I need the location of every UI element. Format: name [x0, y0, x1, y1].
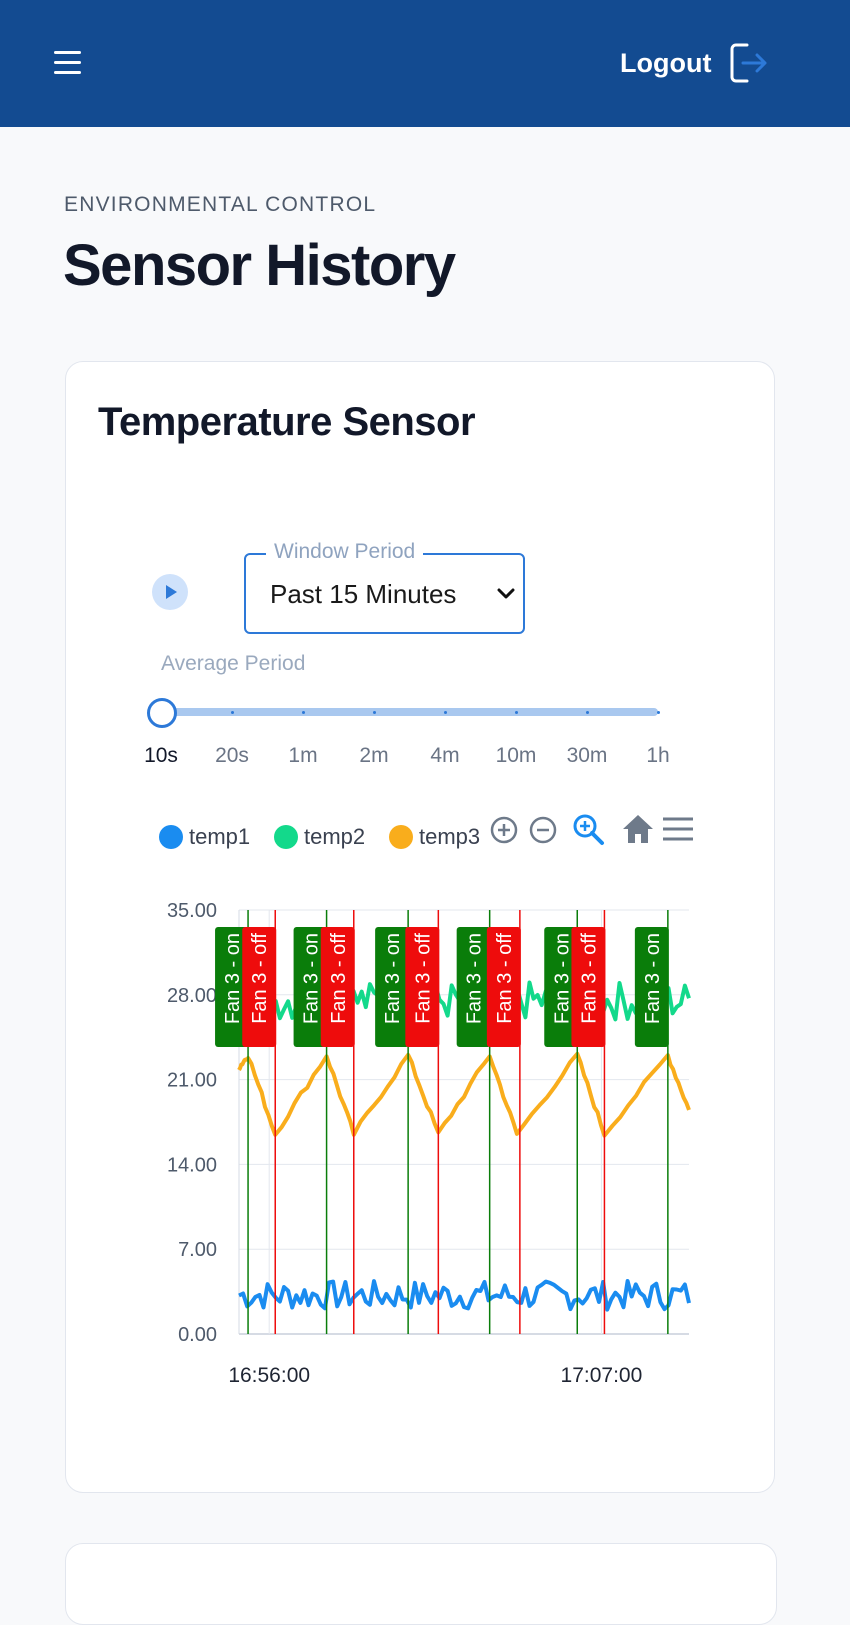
- temp2-dot: [274, 825, 298, 849]
- slider-tick-label[interactable]: 4m: [430, 744, 459, 768]
- home-icon[interactable]: [621, 813, 655, 845]
- annotation-label: Fan 3 - on: [382, 933, 404, 1024]
- slider-tick-label[interactable]: 30m: [567, 744, 608, 768]
- legend-temp3[interactable]: temp3: [389, 824, 480, 850]
- annotation-label: Fan 3 - on: [222, 933, 244, 1024]
- logout-button[interactable]: Logout: [620, 38, 769, 88]
- page-title: Sensor History: [63, 233, 456, 298]
- slider-step-dot: [302, 711, 305, 714]
- y-tick-label: 14.00: [167, 1154, 217, 1176]
- slider-step-dot: [515, 711, 518, 714]
- average-period-slider[interactable]: [161, 708, 658, 716]
- play-button[interactable]: [152, 574, 188, 610]
- legend-temp1[interactable]: temp1: [159, 824, 250, 850]
- annotation-label: Fan 3 - on: [464, 933, 486, 1024]
- slider-step-dot: [444, 711, 447, 714]
- annotation-label: Fan 3 - off: [578, 933, 600, 1024]
- slider-tick-label[interactable]: 20s: [215, 744, 249, 768]
- legend-temp2[interactable]: temp2: [274, 824, 365, 850]
- y-tick-label: 0.00: [178, 1324, 217, 1346]
- slider-step-dot: [657, 711, 660, 714]
- temperature-sensor-card: Temperature Sensor Window Period Past 15…: [65, 361, 775, 1493]
- x-tick-label: 16:56:00: [228, 1364, 310, 1387]
- slider-tick-label[interactable]: 10s: [144, 744, 178, 768]
- hamburger-menu-icon[interactable]: [50, 46, 84, 80]
- legend-label: temp2: [304, 824, 366, 849]
- series-line-temp1: [238, 1279, 691, 1312]
- annotation-label: Fan 3 - on: [642, 933, 664, 1024]
- window-period-value: Past 15 Minutes: [270, 579, 457, 609]
- annotation-label: Fan 3 - off: [249, 933, 271, 1024]
- zoom-select-icon[interactable]: [572, 813, 606, 847]
- zoom-out-icon[interactable]: [528, 815, 558, 845]
- temperature-chart: 0.00 7.00 14.00 21.00 28.00 35.00 16:56:00 17:0…: [167, 900, 691, 1387]
- slider-tick-label[interactable]: 2m: [359, 744, 388, 768]
- logout-label: Logout: [620, 47, 712, 78]
- menu-icon[interactable]: [662, 816, 694, 842]
- next-card: [65, 1543, 777, 1625]
- logout-icon: [730, 43, 767, 83]
- slider-tick-label[interactable]: 1m: [288, 744, 317, 768]
- average-period-label: Average Period: [161, 652, 306, 675]
- chevron-down-icon: [497, 588, 515, 599]
- annotation-label: Fan 3 - off: [328, 933, 350, 1024]
- top-bar: Logout: [0, 0, 850, 127]
- zoom-in-icon[interactable]: [489, 815, 519, 845]
- annotation-label: Fan 3 - off: [412, 933, 434, 1024]
- annotation-label: Fan 3 - off: [494, 933, 516, 1024]
- slider-tick-label[interactable]: 10m: [496, 744, 537, 768]
- slider-thumb[interactable]: [147, 698, 177, 728]
- legend-label: temp3: [419, 824, 481, 849]
- x-tick-label: 17:07:00: [561, 1364, 643, 1387]
- slider-step-dot: [586, 711, 589, 714]
- play-icon: [166, 585, 177, 599]
- window-period-select[interactable]: Window Period Past 15 Minutes: [244, 540, 525, 634]
- card-title: Temperature Sensor: [98, 400, 476, 444]
- series-line-temp3: [237, 1051, 691, 1138]
- y-tick-label: 35.00: [167, 900, 217, 922]
- temp3-dot: [389, 825, 413, 849]
- annotation-label: Fan 3 - on: [301, 933, 323, 1024]
- window-period-label: Window Period: [266, 540, 424, 564]
- annotation-label: Fan 3 - on: [551, 933, 573, 1024]
- temp1-dot: [159, 825, 183, 849]
- section-eyebrow: ENVIRONMENTAL CONTROL: [64, 193, 377, 216]
- y-tick-label: 21.00: [167, 1070, 217, 1092]
- legend-label: temp1: [189, 824, 251, 849]
- y-tick-label: 7.00: [178, 1239, 217, 1261]
- y-tick-label: 28.00: [167, 985, 217, 1007]
- slider-step-dot: [373, 711, 376, 714]
- slider-step-dot: [231, 711, 234, 714]
- slider-tick-label[interactable]: 1h: [646, 744, 669, 768]
